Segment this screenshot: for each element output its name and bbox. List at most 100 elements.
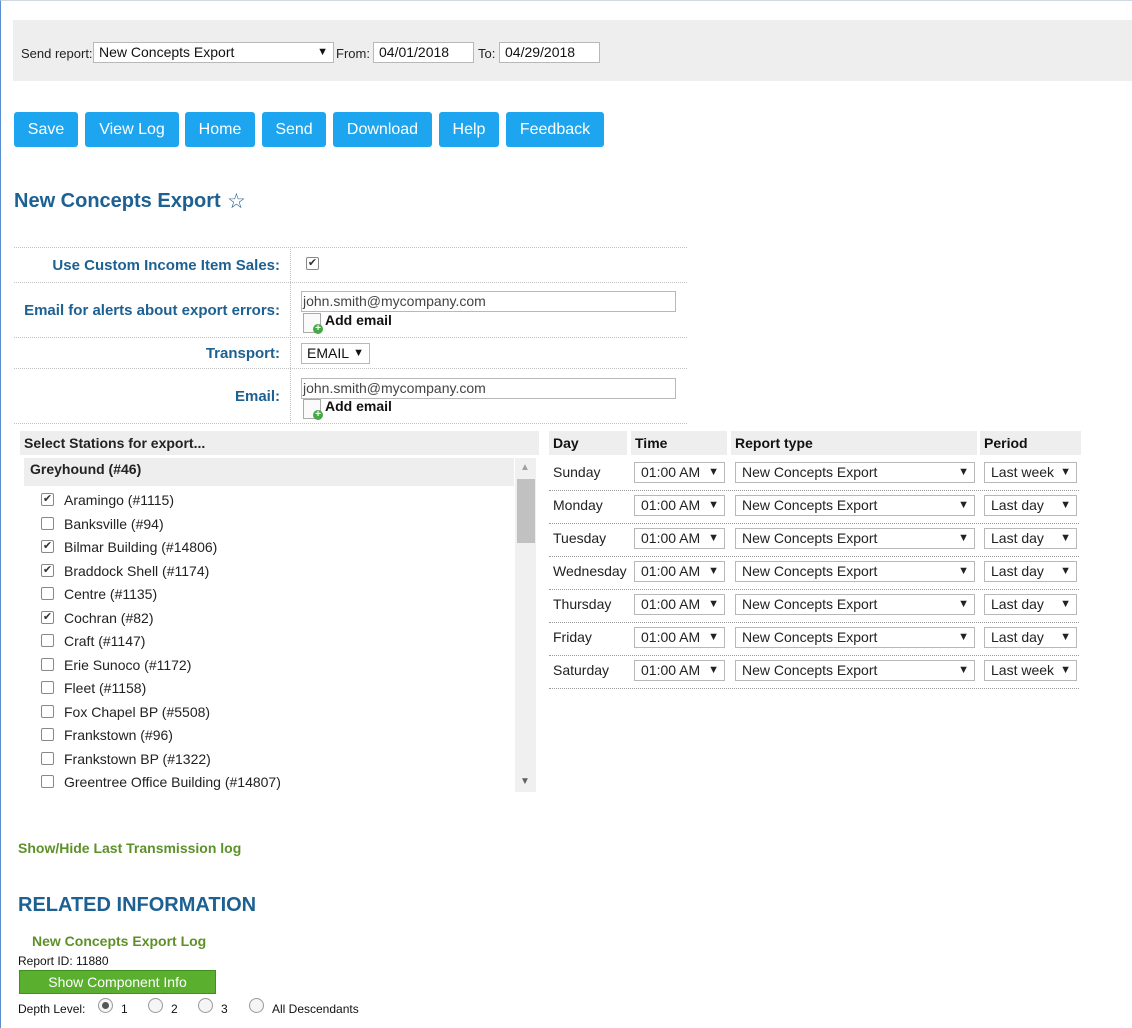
period-select[interactable]: Last day ▼ xyxy=(984,495,1077,516)
email-input[interactable]: john.smith@mycompany.com xyxy=(301,378,676,399)
period-select[interactable]: Last day ▼ xyxy=(984,594,1077,615)
report-type-select[interactable]: New Concepts Export ▼ xyxy=(735,528,975,549)
chevron-down-icon: ▼ xyxy=(708,532,719,544)
station-item[interactable]: Fleet (#1158) xyxy=(41,679,511,699)
schedule-row: Sunday 01:00 AM ▼ New Concepts Export ▼ Last … xyxy=(549,458,1079,491)
from-date-input[interactable]: 04/01/2018 xyxy=(373,42,474,63)
view-log-button[interactable]: View Log xyxy=(85,112,179,147)
station-checkbox[interactable] xyxy=(41,751,54,765)
depth-radio-2[interactable] xyxy=(148,998,163,1013)
station-item[interactable]: ✔ Braddock Shell (#1174) xyxy=(41,562,511,582)
time-select[interactable]: 01:00 AM ▼ xyxy=(634,462,725,483)
scroll-up-arrow-icon[interactable]: ▲ xyxy=(520,462,530,473)
time-select[interactable]: 01:00 AM ▼ xyxy=(634,594,725,615)
help-button[interactable]: Help xyxy=(439,112,499,147)
depth-radio-all[interactable] xyxy=(249,998,264,1013)
custom-income-checkbox[interactable]: ✔ xyxy=(306,257,319,270)
download-button[interactable]: Download xyxy=(333,112,432,147)
station-item[interactable]: Erie Sunoco (#1172) xyxy=(41,656,511,676)
stations-scroll-thumb[interactable] xyxy=(517,479,535,543)
scroll-down-arrow-icon[interactable]: ▼ xyxy=(520,776,530,787)
report-type-select[interactable]: New Concepts Export ▼ xyxy=(735,495,975,516)
station-checkbox[interactable] xyxy=(41,775,54,788)
station-checkbox[interactable] xyxy=(41,516,54,530)
schedule-row: Friday 01:00 AM ▼ New Concepts Export ▼ Last … xyxy=(549,623,1079,656)
station-checkbox[interactable]: ✔ xyxy=(41,563,54,577)
station-checkbox[interactable] xyxy=(41,728,54,741)
station-checkbox[interactable] xyxy=(41,681,54,694)
depth-radio-3[interactable] xyxy=(198,998,213,1013)
station-label: Braddock Shell (#1174) xyxy=(64,562,210,579)
station-checkbox[interactable]: ✔ xyxy=(41,493,54,506)
chevron-down-icon: ▼ xyxy=(958,532,969,544)
station-item[interactable]: Centre (#1135) xyxy=(41,585,511,605)
time-select[interactable]: 01:00 AM ▼ xyxy=(634,627,725,648)
station-checkbox[interactable] xyxy=(41,704,54,718)
chevron-down-icon: ▼ xyxy=(708,664,719,676)
alert-email-input[interactable]: john.smith@mycompany.com xyxy=(301,291,676,312)
send-button[interactable]: Send xyxy=(262,112,326,147)
report-type-select[interactable]: New Concepts Export ▼ xyxy=(735,594,975,615)
depth-option-all: All Descendants xyxy=(272,1002,359,1016)
time-select-value: 01:00 AM xyxy=(641,464,701,480)
period-select[interactable]: Last day ▼ xyxy=(984,627,1077,648)
station-item[interactable]: Greentree Office Building (#14807) xyxy=(41,773,511,793)
report-type-select[interactable]: New Concepts Export ▼ xyxy=(735,462,975,483)
favorite-star-icon[interactable]: ☆ xyxy=(227,191,246,213)
period-select[interactable]: Last day ▼ xyxy=(984,561,1077,582)
station-item[interactable]: Craft (#1147) xyxy=(41,632,511,652)
depth-option-1: 1 xyxy=(121,1002,128,1016)
add-alert-email-link[interactable]: Add email xyxy=(325,312,392,328)
time-select-value: 01:00 AM xyxy=(641,563,701,579)
station-checkbox[interactable] xyxy=(41,657,54,671)
report-select[interactable]: New Concepts Export ▼ xyxy=(93,42,334,63)
report-type-select[interactable]: New Concepts Export ▼ xyxy=(735,627,975,648)
station-item[interactable]: Frankstown BP (#1322) xyxy=(41,750,511,770)
station-group-greyhound[interactable]: Greyhound (#46) xyxy=(24,458,514,486)
station-label: Aramingo (#1115) xyxy=(64,492,174,508)
chevron-down-icon: ▼ xyxy=(353,347,364,359)
station-checkbox[interactable] xyxy=(41,587,54,600)
chevron-down-icon: ▼ xyxy=(958,565,969,577)
period-select[interactable]: Last week ▼ xyxy=(984,660,1077,681)
show-hide-log-link[interactable]: Show/Hide Last Transmission log xyxy=(18,840,241,856)
save-button[interactable]: Save xyxy=(14,112,78,147)
from-date-value: 04/01/2018 xyxy=(379,44,450,60)
report-type-select[interactable]: New Concepts Export ▼ xyxy=(735,660,975,681)
add-email-icon[interactable]: + xyxy=(303,399,323,420)
time-select[interactable]: 01:00 AM ▼ xyxy=(634,561,725,582)
period-select[interactable]: Last week ▼ xyxy=(984,462,1077,483)
stations-header: Select Stations for export... xyxy=(20,431,539,455)
depth-radio-1[interactable] xyxy=(98,998,113,1013)
time-select[interactable]: 01:00 AM ▼ xyxy=(634,495,725,516)
station-label: Centre (#1135) xyxy=(64,586,158,602)
show-component-info-button[interactable]: Show Component Info xyxy=(19,970,216,994)
station-item[interactable]: Fox Chapel BP (#5508) xyxy=(41,703,511,723)
station-item[interactable]: ✔ Aramingo (#1115) xyxy=(41,491,511,511)
station-item[interactable]: ✔ Cochran (#82) xyxy=(41,609,511,629)
station-item[interactable]: Banksville (#94) xyxy=(41,515,511,535)
time-select[interactable]: 01:00 AM ▼ xyxy=(634,660,725,681)
add-email-icon[interactable]: + xyxy=(303,313,323,334)
add-email-link[interactable]: Add email xyxy=(325,398,392,414)
report-id: Report ID: 11880 xyxy=(18,954,109,968)
station-checkbox[interactable]: ✔ xyxy=(41,540,54,553)
time-select[interactable]: 01:00 AM ▼ xyxy=(634,528,725,549)
period-select-value: Last day xyxy=(991,596,1044,612)
depth-option-2: 2 xyxy=(171,1002,178,1016)
period-select[interactable]: Last day ▼ xyxy=(984,528,1077,549)
export-log-link[interactable]: New Concepts Export Log xyxy=(32,933,206,949)
chevron-down-icon: ▼ xyxy=(1060,565,1071,577)
chevron-down-icon: ▼ xyxy=(317,46,328,58)
station-checkbox[interactable]: ✔ xyxy=(41,610,54,624)
to-date-input[interactable]: 04/29/2018 xyxy=(499,42,600,63)
transport-select[interactable]: EMAIL ▼ xyxy=(301,343,370,364)
station-checkbox[interactable] xyxy=(41,634,54,647)
station-item[interactable]: ✔ Bilmar Building (#14806) xyxy=(41,538,511,558)
report-type-select[interactable]: New Concepts Export ▼ xyxy=(735,561,975,582)
feedback-button[interactable]: Feedback xyxy=(506,112,604,147)
home-button[interactable]: Home xyxy=(185,112,255,147)
station-item[interactable]: Frankstown (#96) xyxy=(41,726,511,746)
custom-income-label: Use Custom Income Item Sales: xyxy=(52,257,280,274)
period-select-value: Last day xyxy=(991,497,1044,513)
